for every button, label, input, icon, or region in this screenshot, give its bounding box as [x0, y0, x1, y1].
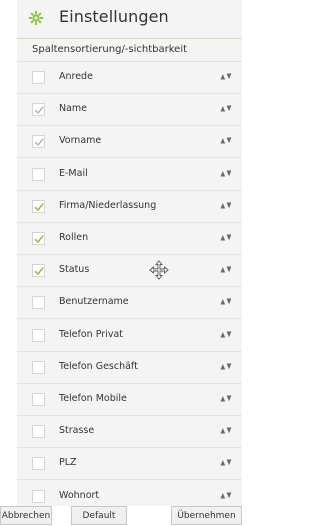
sort-arrows-icon[interactable] — [220, 395, 232, 402]
sort-arrows-icon[interactable] — [220, 73, 232, 80]
column-label: Anrede — [59, 71, 93, 82]
checkmark-icon — [34, 106, 44, 115]
column-checkbox[interactable] — [32, 200, 45, 213]
column-checkbox — [32, 103, 45, 116]
settings-panel: Einstellungen Spaltensortierung/-sichtba… — [17, 0, 242, 526]
column-label: Firma/Niederlassung — [59, 200, 157, 211]
column-row[interactable]: Telefon Privat — [17, 320, 242, 352]
column-checkbox[interactable] — [32, 71, 45, 84]
checkmark-icon — [34, 267, 44, 276]
column-label: Wohnort — [59, 490, 100, 501]
column-label: Telefon Privat — [59, 329, 123, 340]
sort-arrows-icon[interactable] — [220, 298, 232, 305]
column-checkbox[interactable] — [32, 329, 45, 342]
sort-arrows-icon[interactable] — [220, 459, 232, 466]
sort-arrows-icon[interactable] — [220, 427, 232, 434]
checkmark-icon — [34, 235, 44, 244]
column-row[interactable]: Telefon Mobile — [17, 384, 242, 416]
gear-icon — [29, 11, 43, 25]
column-checkbox[interactable] — [32, 168, 45, 181]
column-checkbox[interactable] — [32, 232, 45, 245]
page-title: Einstellungen — [59, 7, 169, 26]
column-label: Strasse — [59, 425, 95, 436]
cancel-button[interactable]: Abbrechen — [0, 506, 52, 525]
column-label: PLZ — [59, 457, 77, 468]
sort-arrows-icon[interactable] — [220, 137, 232, 144]
apply-button[interactable]: Übernehmen — [171, 506, 242, 525]
column-row[interactable]: Firma/Niederlassung — [17, 191, 242, 223]
column-row[interactable]: E-Mail — [17, 159, 242, 191]
sort-arrows-icon[interactable] — [220, 492, 232, 499]
column-row[interactable]: PLZ — [17, 448, 242, 480]
column-label: Benutzername — [59, 296, 129, 307]
column-checkbox[interactable] — [32, 296, 45, 309]
column-checkbox[interactable] — [32, 457, 45, 470]
column-row[interactable]: Strasse — [17, 416, 242, 448]
column-row[interactable]: Benutzername — [17, 287, 242, 319]
column-row[interactable]: Vorname — [17, 126, 242, 158]
sort-arrows-icon[interactable] — [220, 363, 232, 370]
section-heading: Spaltensortierung/-sichtbarkeit — [17, 38, 242, 62]
column-label: Name — [59, 103, 88, 114]
column-label: Status — [59, 264, 90, 275]
column-checkbox[interactable] — [32, 490, 45, 503]
dialog-footer: Abbrechen Default Übernehmen — [0, 506, 242, 526]
column-label: Vorname — [59, 135, 102, 146]
move-cursor-icon — [149, 260, 169, 280]
column-checkbox[interactable] — [32, 361, 45, 374]
default-button[interactable]: Default — [71, 506, 127, 525]
column-row[interactable]: Rollen — [17, 223, 242, 255]
column-label: E-Mail — [59, 168, 88, 179]
column-checkbox — [32, 135, 45, 148]
column-checkbox[interactable] — [32, 264, 45, 277]
column-checkbox[interactable] — [32, 425, 45, 438]
settings-header: Einstellungen — [17, 0, 242, 36]
column-label: Telefon Geschäft — [59, 361, 138, 372]
sort-arrows-icon[interactable] — [220, 170, 232, 177]
checkmark-icon — [34, 203, 44, 212]
column-row[interactable]: Anrede — [17, 62, 242, 94]
sort-arrows-icon[interactable] — [220, 331, 232, 338]
checkmark-icon — [34, 138, 44, 147]
column-checkbox[interactable] — [32, 393, 45, 406]
column-label: Rollen — [59, 232, 89, 243]
sort-arrows-icon[interactable] — [220, 266, 232, 273]
sort-arrows-icon[interactable] — [220, 202, 232, 209]
section-heading-label: Spaltensortierung/-sichtbarkeit — [32, 44, 188, 55]
column-label: Telefon Mobile — [59, 393, 127, 404]
column-row[interactable]: Status — [17, 255, 242, 287]
column-row[interactable]: Name — [17, 94, 242, 126]
column-row[interactable]: Telefon Geschäft — [17, 352, 242, 384]
sort-arrows-icon[interactable] — [220, 105, 232, 112]
sort-arrows-icon[interactable] — [220, 234, 232, 241]
